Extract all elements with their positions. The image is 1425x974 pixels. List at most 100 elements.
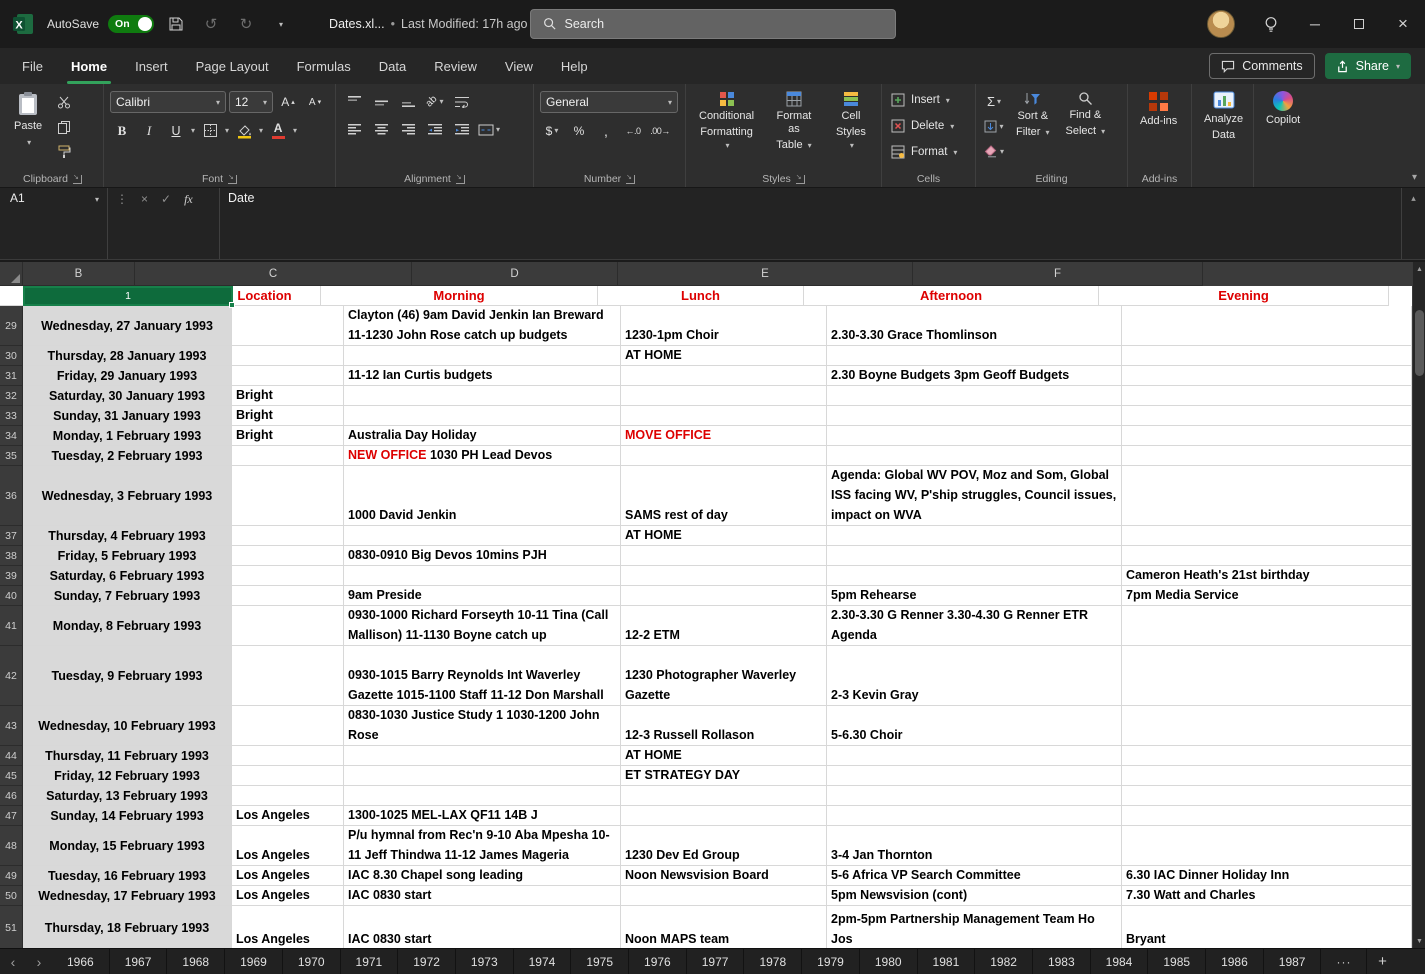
comments-button[interactable]: Comments: [1209, 53, 1315, 79]
cell-A50[interactable]: Wednesday, 17 February 1993: [23, 886, 232, 906]
ribbon-tab-data[interactable]: Data: [365, 48, 420, 84]
cell-F45[interactable]: [1122, 766, 1412, 786]
percent-style-button[interactable]: %: [567, 120, 591, 141]
row-header-49[interactable]: 49: [0, 866, 23, 886]
cell-F35[interactable]: [1122, 446, 1412, 466]
cell-D42[interactable]: 1230 Photographer Waverley Gazette: [621, 646, 827, 706]
increase-indent-button[interactable]: [450, 119, 474, 140]
cell-C32[interactable]: [344, 386, 621, 406]
cell-C33[interactable]: [344, 406, 621, 426]
cell-E29[interactable]: 2.30-3.30 Grace Thomlinson: [827, 306, 1122, 346]
cell-B46[interactable]: [232, 786, 344, 806]
italic-button[interactable]: I: [137, 120, 161, 141]
cell-D47[interactable]: [621, 806, 827, 826]
column-header-F[interactable]: F: [913, 262, 1203, 286]
cell-C1[interactable]: Morning: [321, 286, 598, 306]
ribbon-tab-formulas[interactable]: Formulas: [283, 48, 365, 84]
cell-C36[interactable]: 1000 David Jenkin: [344, 466, 621, 526]
document-title[interactable]: Dates.xl... • Last Modified: 17h ago ▾: [329, 17, 537, 31]
font-size-combo[interactable]: 12 ▾: [229, 91, 273, 113]
cell-B42[interactable]: [232, 646, 344, 706]
sheet-tab-1979[interactable]: 1979: [802, 949, 860, 974]
cell-E30[interactable]: [827, 346, 1122, 366]
cell-B29[interactable]: [232, 306, 344, 346]
cell-D37[interactable]: AT HOME: [621, 526, 827, 546]
row-header-39[interactable]: 39: [0, 566, 23, 586]
cell-A33[interactable]: Sunday, 31 January 1993: [23, 406, 232, 426]
number-dialog-launcher[interactable]: [626, 173, 636, 184]
fill-color-chevron-icon[interactable]: ▾: [259, 126, 263, 135]
borders-chevron-icon[interactable]: ▾: [225, 126, 229, 135]
cell-F38[interactable]: [1122, 546, 1412, 566]
cell-B38[interactable]: [232, 546, 344, 566]
sheet-tab-1966[interactable]: 1966: [52, 949, 110, 974]
sheet-tab-1970[interactable]: 1970: [283, 949, 341, 974]
cell-E47[interactable]: [827, 806, 1122, 826]
sheet-tab-1975[interactable]: 1975: [571, 949, 630, 974]
cell-A37[interactable]: Thursday, 4 February 1993: [23, 526, 232, 546]
scroll-down-icon[interactable]: ▼: [1413, 934, 1425, 948]
insert-function-icon[interactable]: fx: [184, 192, 193, 207]
format-as-table-button[interactable]: Format as Table ▾: [765, 89, 823, 171]
row-header-44[interactable]: 44: [0, 746, 23, 766]
format-painter-button[interactable]: [52, 141, 76, 162]
alignment-dialog-launcher[interactable]: [455, 173, 465, 184]
cell-D1[interactable]: Lunch: [598, 286, 804, 306]
cell-F29[interactable]: [1122, 306, 1412, 346]
ribbon-tab-home[interactable]: Home: [57, 48, 121, 84]
number-format-combo[interactable]: General ▾: [540, 91, 678, 113]
cell-C48[interactable]: P/u hymnal from Rec'n 9-10 Aba Mpesha 10…: [344, 826, 621, 866]
cell-D45[interactable]: ET STRATEGY DAY: [621, 766, 827, 786]
fill-button[interactable]: ▾: [982, 116, 1006, 137]
cell-C45[interactable]: [344, 766, 621, 786]
row-header-43[interactable]: 43: [0, 706, 23, 746]
save-icon[interactable]: [163, 11, 189, 37]
row-header-51[interactable]: 51: [0, 906, 23, 948]
merge-center-button[interactable]: ▾: [477, 119, 501, 140]
cell-B47[interactable]: Los Angeles: [232, 806, 344, 826]
row-header-36[interactable]: 36: [0, 466, 23, 526]
cell-B35[interactable]: [232, 446, 344, 466]
cell-D34[interactable]: MOVE OFFICE: [621, 426, 827, 446]
cell-B40[interactable]: [232, 586, 344, 606]
cell-C35[interactable]: NEW OFFICE 1030 PH Lead Devos: [344, 446, 621, 466]
cell-D40[interactable]: [621, 586, 827, 606]
cell-C39[interactable]: [344, 566, 621, 586]
cell-E42[interactable]: 2-3 Kevin Gray: [827, 646, 1122, 706]
delete-cells-button[interactable]: Delete ▾: [888, 115, 969, 137]
cell-F47[interactable]: [1122, 806, 1412, 826]
sheet-tab-1968[interactable]: 1968: [167, 949, 226, 974]
paste-button[interactable]: Paste ▾: [8, 89, 48, 171]
ribbon-tab-review[interactable]: Review: [420, 48, 491, 84]
cell-F33[interactable]: [1122, 406, 1412, 426]
bold-button[interactable]: B: [110, 120, 134, 141]
row-header-37[interactable]: 37: [0, 526, 23, 546]
clipboard-dialog-launcher[interactable]: [72, 173, 82, 184]
cell-F41[interactable]: [1122, 606, 1412, 646]
close-button[interactable]: ×: [1381, 0, 1425, 48]
sheet-nav-left-icon[interactable]: ‹: [0, 949, 26, 974]
column-header-B[interactable]: B: [23, 262, 135, 286]
cell-B30[interactable]: [232, 346, 344, 366]
cell-E31[interactable]: 2.30 Boyne Budgets 3pm Geoff Budgets: [827, 366, 1122, 386]
column-header-C[interactable]: C: [135, 262, 412, 286]
add-sheet-button[interactable]: +: [1367, 949, 1397, 974]
cell-D44[interactable]: AT HOME: [621, 746, 827, 766]
ribbon-tab-file[interactable]: File: [8, 48, 57, 84]
cell-B49[interactable]: Los Angeles: [232, 866, 344, 886]
quick-access-chevron-icon[interactable]: ▾: [268, 11, 294, 37]
cell-C40[interactable]: 9am Preside: [344, 586, 621, 606]
cell-D39[interactable]: [621, 566, 827, 586]
sheet-tab-1980[interactable]: 1980: [860, 949, 918, 974]
cell-E37[interactable]: [827, 526, 1122, 546]
cell-E41[interactable]: 2.30-3.30 G Renner 3.30-4.30 G Renner ET…: [827, 606, 1122, 646]
font-name-combo[interactable]: Calibri ▾: [110, 91, 226, 113]
row-header-47[interactable]: 47: [0, 806, 23, 826]
cell-F42[interactable]: [1122, 646, 1412, 706]
row-header-29[interactable]: 29: [0, 306, 23, 346]
row-header-34[interactable]: 34: [0, 426, 23, 446]
autosum-button[interactable]: Σ ▾: [982, 91, 1006, 112]
cell-A42[interactable]: Tuesday, 9 February 1993: [23, 646, 232, 706]
cell-A34[interactable]: Monday, 1 February 1993: [23, 426, 232, 446]
cell-C37[interactable]: [344, 526, 621, 546]
